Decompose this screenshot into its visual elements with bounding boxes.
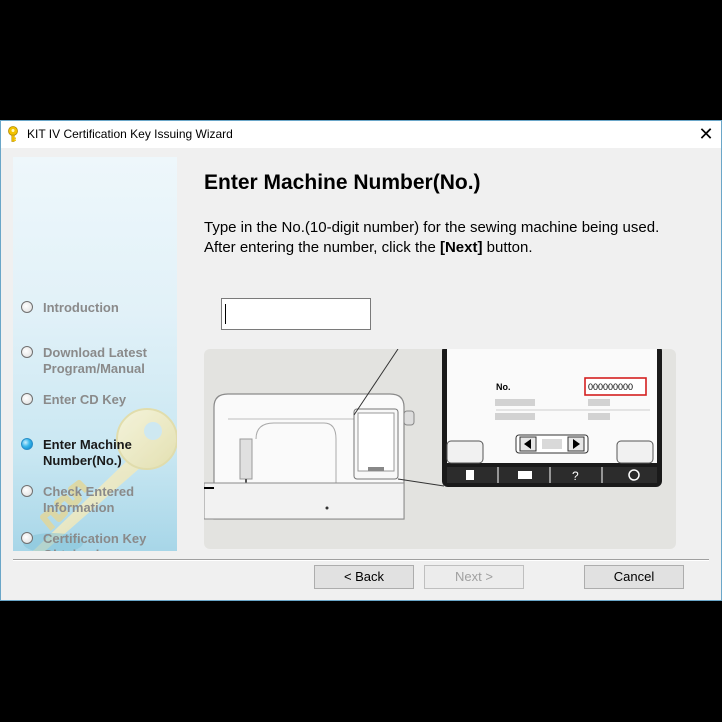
instructions: Type in the No.(10-digit number) for the… xyxy=(204,218,659,258)
step-label: Introduction xyxy=(43,300,119,315)
step-label: Check Entered Information xyxy=(43,484,135,515)
help-glyph: ? xyxy=(572,469,579,483)
next-button[interactable]: Next > xyxy=(424,565,524,589)
no-label: No. xyxy=(496,382,511,392)
machine-illustration: No. 000000000 ? xyxy=(204,349,676,549)
close-icon[interactable]: ✕ xyxy=(691,121,721,148)
window-title: KIT IV Certification Key Issuing Wizard xyxy=(27,127,233,141)
sewing-machine-icon: No. 000000000 ? xyxy=(204,349,662,520)
step-label: Download Latest Program/Manual xyxy=(43,345,148,376)
radio-active-icon xyxy=(21,438,33,450)
radio-icon xyxy=(21,346,33,358)
back-button[interactable]: < Back xyxy=(314,565,414,589)
steps-sidebar: Introduction Download Latest Program/Man… xyxy=(13,157,177,551)
step-label: Certification Key Obtained xyxy=(43,531,147,551)
step-label: Enter Machine Number(No.) xyxy=(43,437,132,468)
cancel-button[interactable]: Cancel xyxy=(584,565,684,589)
text-caret xyxy=(225,304,226,324)
next-reference: [Next] xyxy=(439,239,483,256)
machine-number-input[interactable] xyxy=(221,298,371,330)
radio-icon xyxy=(21,393,33,405)
no-value: 000000000 xyxy=(588,382,633,392)
footer-divider-highlight xyxy=(13,560,709,561)
instruction-line-2: After entering the number, click the [Ne… xyxy=(204,238,659,258)
radio-icon xyxy=(21,485,33,497)
title-bar: KIT IV Certification Key Issuing Wizard … xyxy=(1,121,721,148)
instruction-text: button. xyxy=(482,239,533,256)
step-label: Enter CD Key xyxy=(43,392,127,407)
radio-icon xyxy=(21,532,33,544)
key-icon xyxy=(6,126,20,142)
page-title: Enter Machine Number(No.) xyxy=(204,171,481,194)
instruction-text: After entering the number, click the xyxy=(204,239,440,256)
radio-icon xyxy=(21,301,33,313)
wizard-window: KIT IV Certification Key Issuing Wizard … xyxy=(0,120,722,601)
instruction-line-1: Type in the No.(10-digit number) for the… xyxy=(204,219,660,236)
